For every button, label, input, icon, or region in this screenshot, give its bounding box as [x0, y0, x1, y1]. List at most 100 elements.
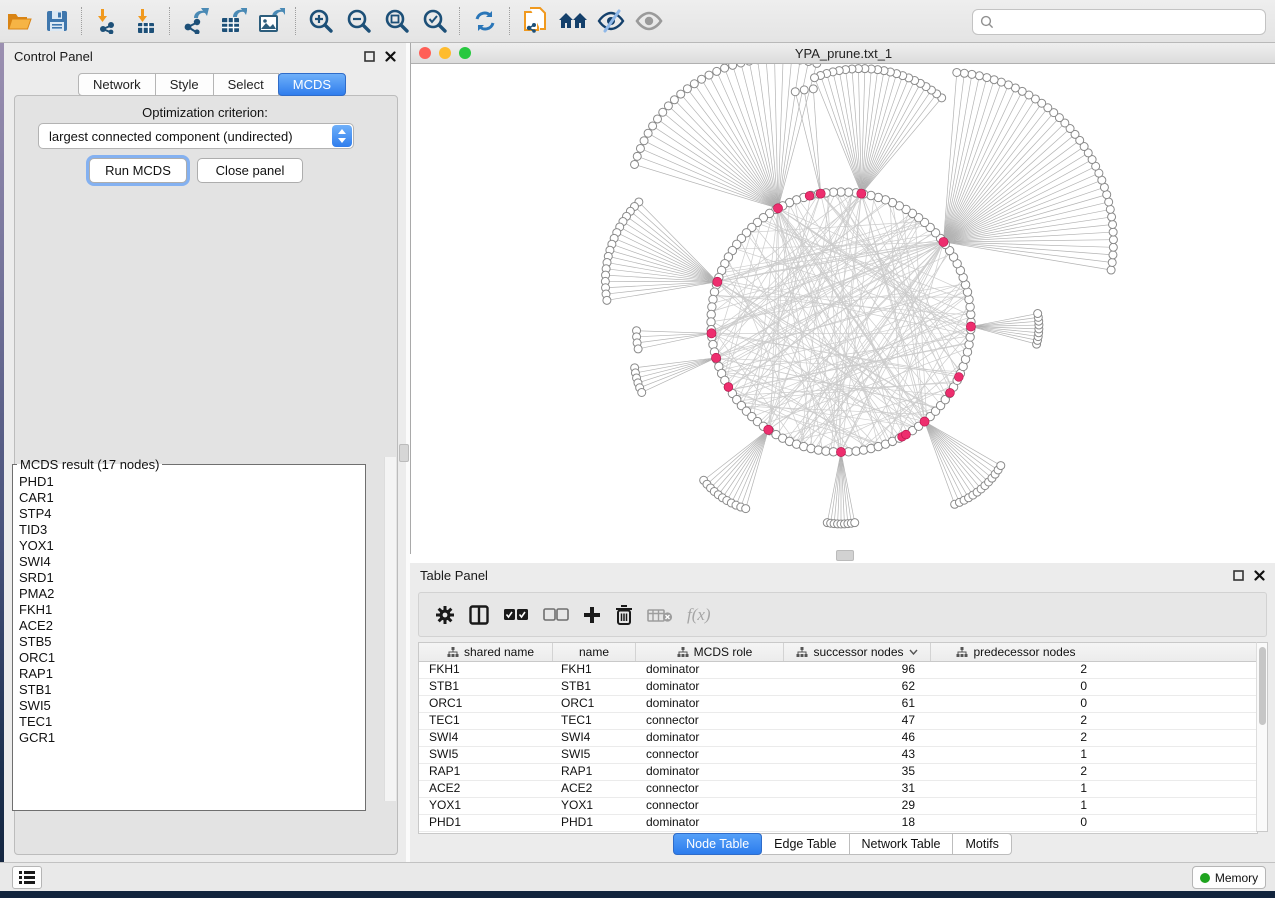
- import-table-button[interactable]: [126, 4, 164, 38]
- float-panel-button[interactable]: [364, 51, 375, 62]
- table-cell[interactable]: STB1: [419, 679, 553, 695]
- table-cell[interactable]: 2: [931, 730, 1101, 746]
- table-cell[interactable]: dominator: [636, 662, 784, 678]
- mcds-result-item[interactable]: YOX1: [19, 538, 365, 554]
- table-row[interactable]: TEC1TEC1connector472: [419, 713, 1257, 730]
- zoom-selected-button[interactable]: [416, 4, 454, 38]
- table-cell[interactable]: YOX1: [553, 798, 636, 814]
- table-cell[interactable]: ORC1: [553, 696, 636, 712]
- mcds-result-item[interactable]: SWI5: [19, 698, 365, 714]
- mcds-result-item[interactable]: PHD1: [19, 474, 365, 490]
- table-cell[interactable]: 2: [931, 713, 1101, 729]
- hide-panels-button[interactable]: [592, 4, 630, 38]
- clone-network-button[interactable]: [516, 4, 554, 38]
- zoom-out-button[interactable]: [340, 4, 378, 38]
- table-cell[interactable]: dominator: [636, 696, 784, 712]
- table-cell[interactable]: RAP1: [419, 764, 553, 780]
- memory-button[interactable]: Memory: [1192, 866, 1266, 889]
- table-cell[interactable]: ORC1: [419, 696, 553, 712]
- table-row[interactable]: FKH1FKH1dominator962: [419, 662, 1257, 679]
- delete-column-icon[interactable]: [615, 605, 633, 625]
- mcds-result-item[interactable]: CAR1: [19, 490, 365, 506]
- tab-style[interactable]: Style: [156, 73, 214, 96]
- settings-gear-icon[interactable]: [435, 605, 455, 625]
- search-field[interactable]: [972, 9, 1266, 35]
- table-cell[interactable]: connector: [636, 781, 784, 797]
- table-cell[interactable]: TEC1: [419, 713, 553, 729]
- table-cell[interactable]: 0: [931, 679, 1101, 695]
- table-cell[interactable]: 35: [784, 764, 931, 780]
- table-cell[interactable]: PHD1: [419, 815, 553, 831]
- table-cell[interactable]: SWI5: [419, 747, 553, 763]
- table-cell[interactable]: RAP1: [553, 764, 636, 780]
- table-cell[interactable]: 0: [931, 815, 1101, 831]
- tab-network-table[interactable]: Network Table: [850, 833, 954, 855]
- close-panel-button-mcds[interactable]: Close panel: [197, 158, 303, 183]
- column-header-predecessor-nodes[interactable]: predecessor nodes: [931, 643, 1101, 661]
- column-header-mcds-role[interactable]: MCDS role: [636, 643, 784, 661]
- open-session-button[interactable]: [0, 4, 38, 38]
- tab-node-table[interactable]: Node Table: [673, 833, 762, 855]
- table-cell[interactable]: FKH1: [553, 662, 636, 678]
- add-column-icon[interactable]: [583, 606, 601, 624]
- select-all-icon[interactable]: [503, 608, 529, 622]
- table-cell[interactable]: dominator: [636, 815, 784, 831]
- export-image-button[interactable]: [252, 4, 290, 38]
- table-row[interactable]: STB1STB1dominator620: [419, 679, 1257, 696]
- refresh-button[interactable]: [466, 4, 504, 38]
- table-cell[interactable]: SWI5: [553, 747, 636, 763]
- table-cell[interactable]: FKH1: [419, 662, 553, 678]
- mcds-result-item[interactable]: RAP1: [19, 666, 365, 682]
- table-cell[interactable]: dominator: [636, 764, 784, 780]
- tab-network[interactable]: Network: [78, 73, 156, 96]
- table-cell[interactable]: 0: [931, 696, 1101, 712]
- horizontal-splitter-handle[interactable]: [836, 550, 854, 561]
- table-cell[interactable]: 31: [784, 781, 931, 797]
- search-input[interactable]: [999, 11, 1265, 33]
- show-panels-button[interactable]: [630, 4, 668, 38]
- table-cell[interactable]: 29: [784, 798, 931, 814]
- mcds-result-list[interactable]: PHD1CAR1STP4TID3YOX1SWI4SRD1PMA2FKH1ACE2…: [13, 472, 365, 818]
- table-scrollbar-thumb[interactable]: [1259, 647, 1266, 725]
- network-nodes[interactable]: [601, 64, 1117, 528]
- import-network-button[interactable]: [88, 4, 126, 38]
- mcds-list-scrollbar[interactable]: [384, 457, 396, 801]
- network-view[interactable]: [411, 64, 1275, 554]
- zoom-in-button[interactable]: [302, 4, 340, 38]
- mcds-result-item[interactable]: GCR1: [19, 730, 365, 746]
- mcds-result-item[interactable]: STB5: [19, 634, 365, 650]
- column-header-shared-name[interactable]: shared name: [419, 643, 553, 661]
- table-row[interactable]: ORC1ORC1dominator610: [419, 696, 1257, 713]
- table-cell[interactable]: SWI4: [419, 730, 553, 746]
- run-mcds-button[interactable]: Run MCDS: [89, 158, 187, 183]
- table-cell[interactable]: 61: [784, 696, 931, 712]
- table-cell[interactable]: ACE2: [419, 781, 553, 797]
- houses-icon[interactable]: [554, 4, 592, 38]
- mcds-result-item[interactable]: TEC1: [19, 714, 365, 730]
- deselect-all-icon[interactable]: [543, 608, 569, 622]
- export-network-button[interactable]: [176, 4, 214, 38]
- mcds-result-item[interactable]: SRD1: [19, 570, 365, 586]
- mcds-result-item[interactable]: STP4: [19, 506, 365, 522]
- table-cell[interactable]: 2: [931, 764, 1101, 780]
- table-cell[interactable]: ACE2: [553, 781, 636, 797]
- mcds-result-item[interactable]: SWI4: [19, 554, 365, 570]
- table-cell[interactable]: 1: [931, 747, 1101, 763]
- table-cell[interactable]: dominator: [636, 730, 784, 746]
- mcds-result-item[interactable]: FKH1: [19, 602, 365, 618]
- table-cell[interactable]: connector: [636, 747, 784, 763]
- table-cell[interactable]: connector: [636, 798, 784, 814]
- mcds-result-item[interactable]: PMA2: [19, 586, 365, 602]
- table-row[interactable]: YOX1YOX1connector291: [419, 798, 1257, 815]
- column-header-successor-nodes[interactable]: successor nodes: [784, 643, 931, 661]
- table-row[interactable]: ACE2ACE2connector311: [419, 781, 1257, 798]
- table-row[interactable]: SWI5SWI5connector431: [419, 747, 1257, 764]
- table-cell[interactable]: connector: [636, 713, 784, 729]
- close-table-panel-button[interactable]: [1254, 570, 1265, 581]
- mcds-result-item[interactable]: ORC1: [19, 650, 365, 666]
- vertical-splitter-handle[interactable]: [399, 444, 409, 462]
- table-cell[interactable]: 18: [784, 815, 931, 831]
- criterion-dropdown[interactable]: largest connected component (undirected): [38, 123, 354, 149]
- tab-mcds[interactable]: MCDS: [278, 73, 346, 96]
- table-cell[interactable]: 46: [784, 730, 931, 746]
